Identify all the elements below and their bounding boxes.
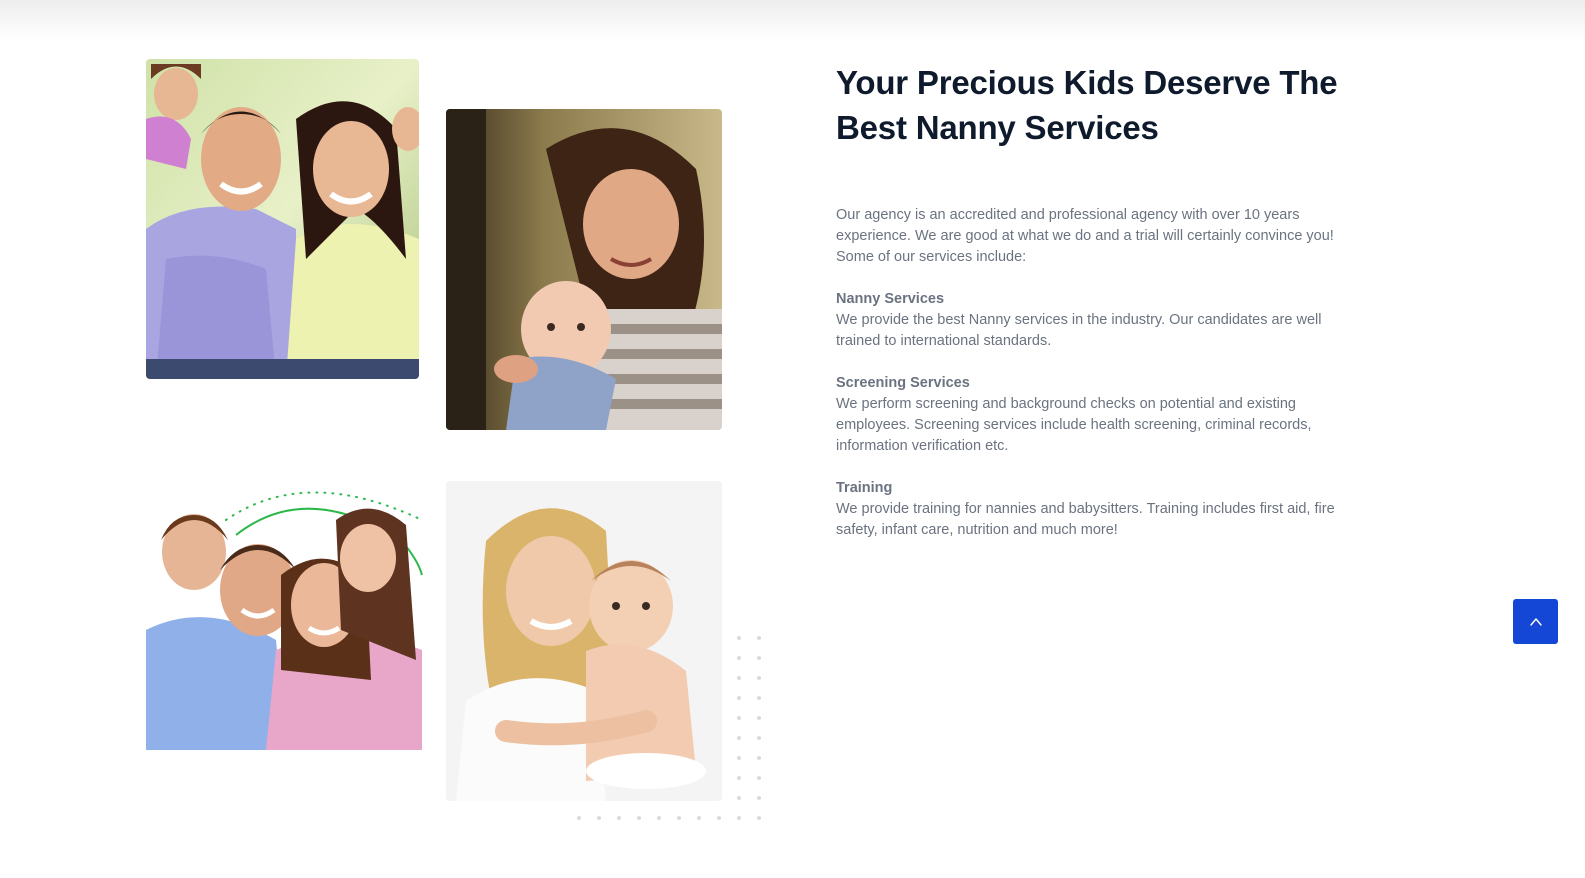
family-photo-four <box>146 480 423 750</box>
decor-dot <box>737 736 741 740</box>
service-screening: Screening Services We perform screening … <box>836 373 1356 457</box>
decor-dot <box>737 696 741 700</box>
section-title: Your Precious Kids Deserve The Best Nann… <box>836 64 1338 146</box>
service-title: Screening Services <box>836 375 970 391</box>
decor-dot <box>737 716 741 720</box>
decor-dot <box>737 756 741 760</box>
decor-dot <box>737 636 741 640</box>
service-training: Training We provide training for nannies… <box>836 478 1356 541</box>
mother-baby-photo <box>446 109 722 430</box>
decor-dot <box>757 796 761 800</box>
decor-dot <box>757 696 761 700</box>
chevron-up-icon <box>1529 615 1543 629</box>
decor-dot <box>757 756 761 760</box>
service-title: Nanny Services <box>836 291 945 307</box>
decor-dot <box>737 676 741 680</box>
service-description: We perform screening and background chec… <box>836 396 1312 454</box>
decor-dot <box>757 776 761 780</box>
decor-dot <box>577 816 581 820</box>
decor-dot <box>737 796 741 800</box>
decor-dot <box>717 816 721 820</box>
decor-dot <box>697 816 701 820</box>
service-description: We provide training for nannies and baby… <box>836 501 1335 538</box>
decor-dot <box>617 816 621 820</box>
decor-dot <box>757 816 761 820</box>
decor-dot <box>637 816 641 820</box>
about-section: Your Precious Kids Deserve The Best Nann… <box>836 60 1356 541</box>
mother-baby-white-photo <box>446 481 722 801</box>
header-shadow <box>0 0 1585 40</box>
intro-text: Our agency is an accredited and professi… <box>836 207 1334 265</box>
decor-dot <box>737 776 741 780</box>
decor-dot <box>597 816 601 820</box>
page: Your Precious Kids Deserve The Best Nann… <box>0 0 1585 878</box>
decor-dot <box>757 736 761 740</box>
service-nanny: Nanny Services We provide the best Nanny… <box>836 289 1356 352</box>
decor-dot <box>757 716 761 720</box>
decor-dot <box>757 656 761 660</box>
service-title: Training <box>836 480 893 496</box>
decor-dot <box>737 816 741 820</box>
decor-dot <box>737 656 741 660</box>
service-description: We provide the best Nanny services in th… <box>836 312 1322 349</box>
decor-dot <box>677 816 681 820</box>
decor-dot <box>757 676 761 680</box>
decor-dot <box>757 636 761 640</box>
scroll-top-button[interactable] <box>1513 599 1558 644</box>
decor-dot <box>657 816 661 820</box>
family-photo-piggyback <box>146 59 419 379</box>
